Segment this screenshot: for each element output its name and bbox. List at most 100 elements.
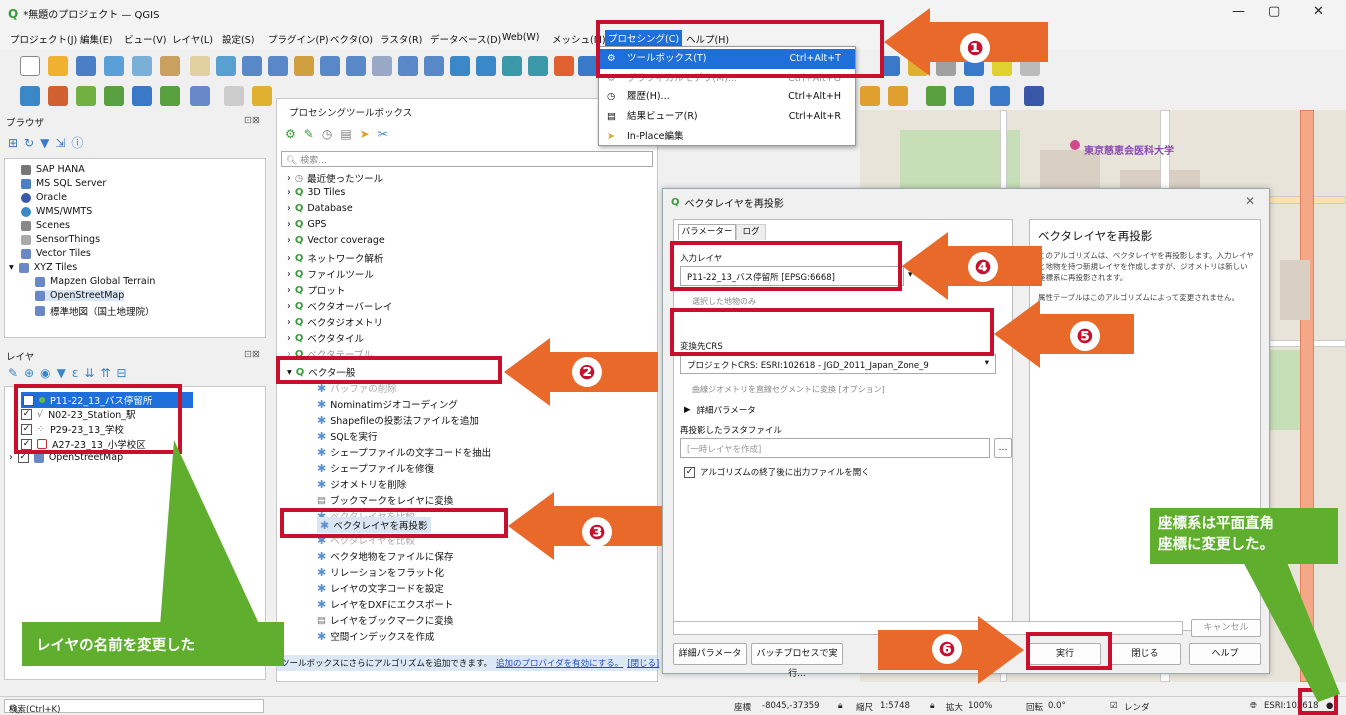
advanced-params-toggle[interactable]: ▶ 詳細パラメータ: [684, 404, 756, 416]
models-icon[interactable]: ⚙: [285, 127, 296, 141]
toolbox-group[interactable]: › Q ファイルツール: [287, 267, 374, 282]
add-group-icon[interactable]: ⊕: [24, 366, 34, 380]
options-icon[interactable]: ✂: [378, 127, 388, 141]
toolbox-group[interactable]: › ◷ 最近使ったツール: [287, 171, 383, 186]
toolbox-group[interactable]: › Q ベクタタイル: [287, 331, 364, 346]
pan-to-selection-icon[interactable]: [216, 56, 236, 76]
tab-log[interactable]: ログ: [736, 224, 766, 240]
toolbox-group[interactable]: › Q ネットワーク解析: [287, 251, 383, 266]
label-pin-icon[interactable]: [888, 86, 908, 106]
plugin-tool-icon[interactable]: [954, 86, 974, 106]
triangle-tool-icon[interactable]: [926, 86, 946, 106]
new-map-view-icon[interactable]: [450, 56, 470, 76]
collapse-all-icon[interactable]: ⇲: [55, 136, 65, 150]
minimize-button[interactable]: —: [1232, 4, 1245, 19]
scale-value[interactable]: 1:5748: [880, 701, 910, 711]
menu-vector[interactable]: ベクタ(O): [330, 32, 373, 46]
save-project-icon[interactable]: [76, 56, 96, 76]
menu-item-in-place[interactable]: ➤ In-Place編集: [599, 127, 855, 147]
menu-item-results[interactable]: ▤ 結果ビューア(R) Ctrl+Alt+R: [599, 107, 855, 127]
add-selected-icon[interactable]: ⊞: [8, 136, 18, 150]
browser-item[interactable]: OpenStreetMap: [35, 290, 125, 301]
new-layer-icon[interactable]: [48, 86, 68, 106]
toolbox-group[interactable]: › Q ベクタジオメトリ: [287, 315, 383, 330]
browser-item[interactable]: SAP HANA: [21, 164, 85, 175]
filter-legend-icon[interactable]: ▼: [57, 366, 66, 380]
toolbox-tool[interactable]: ✱ リレーションをフラット化: [317, 565, 444, 580]
toolbox-group[interactable]: › Q GPS: [287, 219, 326, 230]
edit-pencil-icon[interactable]: [252, 86, 272, 106]
menu-settings[interactable]: 設定(S): [222, 32, 254, 46]
enable-providers-link[interactable]: 追加のプロバイダを有効にする。: [496, 657, 623, 669]
menu-layer[interactable]: レイヤ(L): [172, 32, 213, 46]
target-crs-select[interactable]: プロジェクトCRS: ESRI:102618 - JGD_2011_Japan_…: [680, 354, 996, 374]
in-place-icon[interactable]: ➤: [360, 127, 370, 141]
show-bookmarks-icon[interactable]: [578, 56, 598, 76]
new-project-icon[interactable]: [20, 56, 40, 76]
expression-icon[interactable]: ε: [72, 366, 79, 380]
browser-item[interactable]: Vector Tiles: [21, 248, 91, 259]
menu-plugins[interactable]: プラグイン(P): [268, 32, 329, 46]
browser-item[interactable]: Oracle: [21, 192, 67, 203]
close-button[interactable]: ✕: [1313, 4, 1324, 19]
collapse-all-icon[interactable]: ⇈: [100, 366, 110, 380]
close-dialog-button[interactable]: 閉じる: [1109, 643, 1181, 665]
add-wms-layer-icon[interactable]: [190, 86, 210, 106]
visibility-icon[interactable]: ◉: [40, 366, 50, 380]
batch-process-button[interactable]: バッチプロセスで実行...: [751, 643, 843, 679]
history-icon[interactable]: ◷: [322, 127, 332, 141]
chevron-right-icon[interactable]: ›: [9, 452, 13, 463]
zoom-last-icon[interactable]: [398, 56, 418, 76]
bookmark-icon[interactable]: [554, 56, 574, 76]
zoom-out-icon[interactable]: [268, 56, 288, 76]
zoom-full-icon[interactable]: [294, 56, 314, 76]
rotation-value[interactable]: 0.0°: [1048, 701, 1066, 711]
menu-database[interactable]: データベース(D): [430, 32, 501, 46]
close-footer-link[interactable]: [閉じる]: [627, 657, 659, 669]
style-manager-icon[interactable]: [160, 56, 180, 76]
toolbox-tool[interactable]: ✱ 空間インデックスを作成: [317, 629, 434, 644]
layers-float-icon[interactable]: ⊡⊠: [244, 349, 260, 360]
menu-project[interactable]: プロジェクト(J): [10, 32, 77, 46]
browser-item[interactable]: SensorThings: [21, 234, 100, 245]
python-console-icon[interactable]: [990, 86, 1010, 106]
toolbox-tool[interactable]: ✱ ジオメトリを削除: [317, 477, 406, 492]
toolbox-tool[interactable]: ✱ レイヤをDXFにエクスポート: [317, 597, 453, 612]
maximize-button[interactable]: ▢: [1268, 4, 1280, 19]
filter-browser-icon[interactable]: ▼: [40, 136, 49, 150]
menu-raster[interactable]: ラスタ(R): [380, 32, 422, 46]
browser-item[interactable]: WMS/WMTS: [21, 206, 92, 217]
advanced-button[interactable]: 詳細パラメータ: [673, 643, 747, 665]
toolbox-tool[interactable]: ✱ シェープファイルを修復: [317, 461, 434, 476]
expand-all-icon[interactable]: ⇊: [84, 366, 94, 380]
browser-item[interactable]: MS SQL Server: [21, 178, 106, 189]
add-csv-layer-icon[interactable]: [160, 86, 180, 106]
refresh-browser-icon[interactable]: ↻: [24, 136, 34, 150]
toolbox-tool[interactable]: ✱ レイヤの文字コードを設定: [317, 581, 444, 596]
new-print-layout-icon[interactable]: [104, 56, 124, 76]
zoom-value[interactable]: 100%: [968, 701, 992, 711]
digitize-icon[interactable]: [224, 86, 244, 106]
layout-manager-icon[interactable]: [132, 56, 152, 76]
curve-convert-checkbox[interactable]: 曲線ジオメトリを直線セグメントに変換 [オプション]: [692, 384, 885, 395]
browser-item[interactable]: Mapzen Global Terrain: [35, 276, 155, 287]
toolbox-group[interactable]: › Q ベクタオーバーレイ: [287, 299, 392, 314]
locator-search-input[interactable]: 🔍︎ 検索(Ctrl+K): [4, 699, 264, 715]
dialog-close-icon[interactable]: ✕: [1245, 194, 1255, 208]
open-project-icon[interactable]: [48, 56, 68, 76]
render-checkbox[interactable]: ☑: [1110, 701, 1118, 711]
toolbox-tool[interactable]: ✱ Nominatimジオコーディング: [317, 397, 458, 412]
browser-item[interactable]: ▾ XYZ Tiles: [9, 262, 77, 273]
output-browse-button[interactable]: …: [994, 438, 1012, 458]
temporal-controller-icon[interactable]: [502, 56, 522, 76]
properties-icon[interactable]: ⓘ: [71, 134, 83, 151]
menu-view[interactable]: ビュー(V): [124, 32, 166, 46]
scripts-icon[interactable]: ✎: [304, 127, 314, 141]
menu-web[interactable]: Web(W): [502, 32, 540, 43]
browser-float-icon[interactable]: ⊡⊠: [244, 115, 260, 126]
add-mesh-layer-icon[interactable]: [132, 86, 152, 106]
toolbox-tool[interactable]: ✱ Shapefileの投影法ファイルを追加: [317, 413, 479, 428]
zoom-to-selection-icon[interactable]: [320, 56, 340, 76]
browser-item[interactable]: Scenes: [21, 220, 70, 231]
results-icon[interactable]: ▤: [340, 127, 351, 141]
